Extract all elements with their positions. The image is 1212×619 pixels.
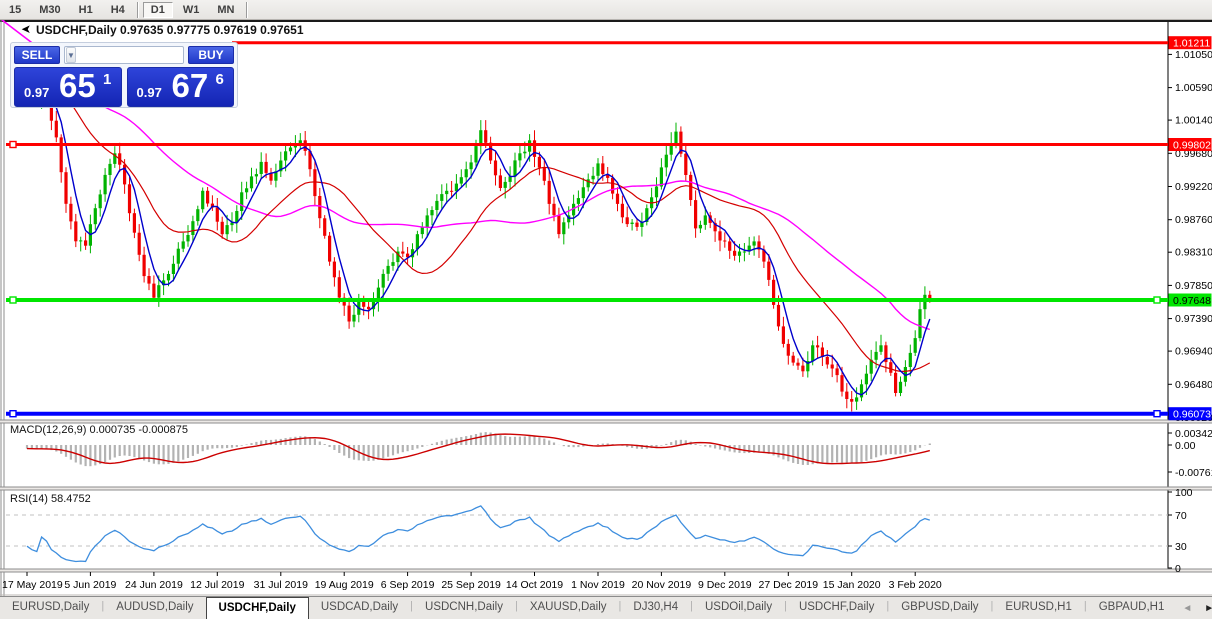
svg-text:19 Aug 2019: 19 Aug 2019 bbox=[315, 579, 374, 591]
svg-text:17 May 2019: 17 May 2019 bbox=[2, 579, 63, 591]
svg-text:1 Nov 2019: 1 Nov 2019 bbox=[571, 579, 625, 591]
timeframe-button-m30[interactable]: M30 bbox=[31, 2, 68, 18]
timeframe-button-d1[interactable]: D1 bbox=[142, 1, 173, 18]
sell-price-box[interactable]: 0.97 65 1 bbox=[14, 67, 122, 107]
svg-text:0.97850: 0.97850 bbox=[1175, 280, 1212, 292]
svg-text:1.00590: 1.00590 bbox=[1175, 82, 1212, 94]
svg-text:6 Sep 2019: 6 Sep 2019 bbox=[381, 579, 435, 591]
svg-text:9 Dec 2019: 9 Dec 2019 bbox=[698, 579, 752, 591]
svg-text:12 Jul 2019: 12 Jul 2019 bbox=[190, 579, 244, 591]
tab-xauusd-daily[interactable]: XAUUSD,Daily bbox=[518, 597, 619, 619]
svg-text:0.003428: 0.003428 bbox=[1175, 428, 1212, 440]
svg-text:-0.007615: -0.007615 bbox=[1175, 467, 1212, 479]
tab-usdchf-daily[interactable]: USDCHF,Daily bbox=[205, 597, 309, 619]
rsi-label: RSI(14) 58.4752 bbox=[10, 493, 91, 505]
svg-text:0.99802: 0.99802 bbox=[1173, 140, 1211, 152]
sell-price-sup: 1 bbox=[103, 71, 112, 88]
tab-usdchf-daily[interactable]: USDCHF,Daily bbox=[787, 597, 886, 619]
buy-price-small: 0.97 bbox=[136, 85, 162, 100]
tab-dj30-h4[interactable]: DJ30,H4 bbox=[621, 597, 690, 619]
timeframe-button-h4[interactable]: H4 bbox=[103, 2, 133, 18]
sell-price-big: 65 bbox=[59, 67, 96, 104]
svg-text:70: 70 bbox=[1175, 510, 1187, 522]
svg-text:25 Sep 2019: 25 Sep 2019 bbox=[441, 579, 501, 591]
tab-scroll-left-icon[interactable]: ◄ bbox=[1176, 603, 1198, 614]
timeframe-button-15[interactable]: 15 bbox=[1, 2, 29, 18]
svg-text:1.00140: 1.00140 bbox=[1175, 115, 1212, 127]
tab-scroll-arrows: ◄ ► bbox=[1176, 597, 1212, 619]
tab-eurusd-daily[interactable]: EURUSD,Daily bbox=[0, 597, 101, 619]
svg-text:0.00: 0.00 bbox=[1175, 440, 1196, 452]
svg-text:3 Feb 2020: 3 Feb 2020 bbox=[889, 579, 942, 591]
timeframe-button-w1[interactable]: W1 bbox=[175, 2, 208, 18]
svg-text:0.97390: 0.97390 bbox=[1175, 313, 1212, 325]
sell-button[interactable]: SELL bbox=[14, 46, 60, 64]
buy-button[interactable]: BUY bbox=[188, 46, 234, 64]
mt4-window: 1.01050 1.00590 1.00140 0.99680 0.99220 0.987… bbox=[0, 0, 1212, 619]
svg-text:31 Jul 2019: 31 Jul 2019 bbox=[254, 579, 308, 591]
timeframe-button-h1[interactable]: H1 bbox=[71, 2, 101, 18]
svg-text:1.01211: 1.01211 bbox=[1173, 38, 1210, 50]
tab-audusd-daily[interactable]: AUDUSD,Daily bbox=[104, 597, 205, 619]
toolbar-separator bbox=[136, 1, 139, 18]
svg-text:0.98310: 0.98310 bbox=[1175, 247, 1212, 259]
svg-text:30: 30 bbox=[1175, 541, 1187, 553]
tab-gbpusd-daily[interactable]: GBPUSD,Daily bbox=[889, 597, 990, 619]
svg-text:0: 0 bbox=[1175, 563, 1181, 575]
sell-price-small: 0.97 bbox=[24, 85, 50, 100]
tab-usdcad-daily[interactable]: USDCAD,Daily bbox=[309, 597, 410, 619]
svg-text:0.96940: 0.96940 bbox=[1175, 346, 1212, 358]
tab-eurusd-h1[interactable]: EURUSD,H1 bbox=[993, 597, 1083, 619]
tab-usdcnh-daily[interactable]: USDCNH,Daily bbox=[413, 597, 515, 619]
volume-stepper: ▼ ▲ bbox=[64, 46, 184, 64]
svg-text:0.98760: 0.98760 bbox=[1175, 214, 1212, 226]
buy-price-sup: 6 bbox=[215, 71, 224, 88]
svg-text:0.96480: 0.96480 bbox=[1175, 379, 1212, 391]
svg-text:20 Nov 2019: 20 Nov 2019 bbox=[632, 579, 692, 591]
one-click-trading-panel: SELL ▼ ▲ BUY 0.97 65 1 0.97 67 6 bbox=[10, 42, 238, 108]
toolbar-separator bbox=[246, 1, 249, 18]
chart-object-arrow-icon: ➤ bbox=[21, 22, 32, 36]
chart-title: USDCHF,Daily 0.97635 0.97775 0.97619 0.9… bbox=[36, 23, 304, 37]
macd-label: MACD(12,26,9) 0.000735 -0.000875 bbox=[10, 424, 188, 436]
symbol-tabbar: EURUSD,Daily | AUDUSD,Daily USDCHF,Daily USD… bbox=[0, 596, 1212, 619]
tab-scroll-right-icon[interactable]: ► bbox=[1198, 603, 1212, 614]
svg-text:0.96073: 0.96073 bbox=[1173, 409, 1211, 421]
svg-text:100: 100 bbox=[1175, 487, 1193, 499]
buy-price-big: 67 bbox=[171, 67, 209, 104]
tab-usdoil-daily[interactable]: USDOil,Daily bbox=[693, 597, 784, 619]
svg-text:1.01050: 1.01050 bbox=[1175, 49, 1212, 61]
svg-text:5 Jun 2019: 5 Jun 2019 bbox=[64, 579, 116, 591]
svg-text:0.99220: 0.99220 bbox=[1175, 181, 1212, 193]
volume-input[interactable] bbox=[76, 47, 183, 63]
timeframe-button-mn[interactable]: MN bbox=[209, 2, 242, 18]
svg-text:24 Jun 2019: 24 Jun 2019 bbox=[125, 579, 183, 591]
tab-gbpaud-h1[interactable]: GBPAUD,H1 bbox=[1087, 597, 1177, 619]
buy-price-box[interactable]: 0.97 67 6 bbox=[126, 67, 234, 107]
svg-text:14 Oct 2019: 14 Oct 2019 bbox=[506, 579, 563, 591]
svg-text:27 Dec 2019: 27 Dec 2019 bbox=[759, 579, 819, 591]
timeframe-toolbar: 15 M30 H1 H4 D1 W1 MN bbox=[0, 0, 1212, 20]
svg-text:0.97648: 0.97648 bbox=[1173, 295, 1211, 307]
volume-decrease-button[interactable]: ▼ bbox=[66, 47, 76, 63]
svg-text:15 Jan 2020: 15 Jan 2020 bbox=[823, 579, 881, 591]
